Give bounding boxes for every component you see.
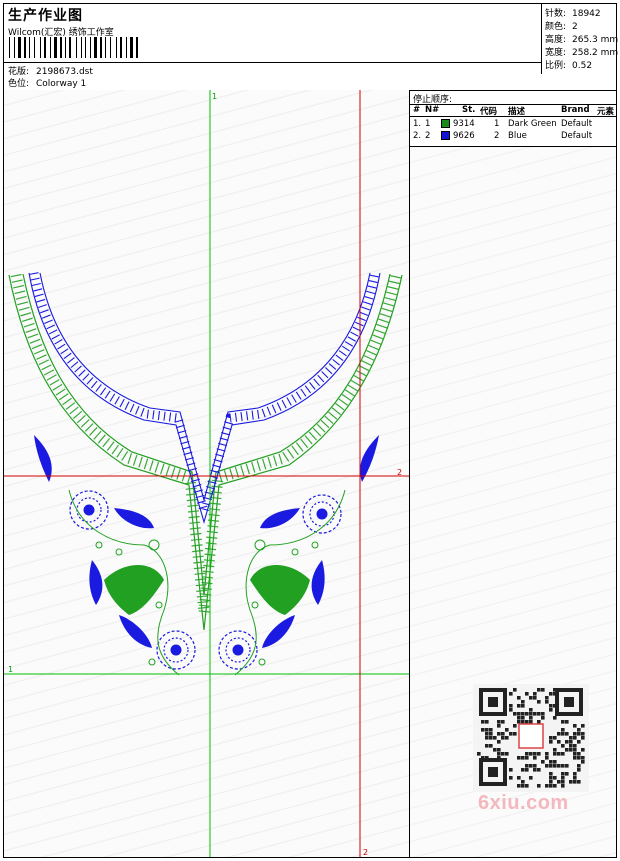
col-st: St. [462,105,476,115]
colorway-value: Colorway 1 [36,79,87,89]
qr-code [473,684,589,792]
leaf-blue-6 [311,560,325,605]
leaf-green-left [104,565,164,615]
guide-lines: 1 1 2 2 [4,90,409,857]
production-sheet: 生产作业图 Wilcom(汇宏) 绣饰工作室 花版: 2198673.dst 色位… [3,3,619,858]
blue-neck-border [28,272,381,528]
header-divider [4,62,541,63]
colorway-row: 色位: Colorway 1 [8,76,86,89]
header-info: 生产作业图 Wilcom(汇宏) 绣饰工作室 花版: 2198673.dst 色位… [4,4,541,90]
stat-width: 宽度: 258.2 mm [545,48,619,58]
leaf-blue-7 [119,615,152,648]
barcode [9,37,138,58]
col-brand: Brand [561,105,590,115]
col-seq: # [413,105,421,115]
color-swatch-green [441,119,450,128]
page-title: 生产作业图 [8,8,83,24]
leaf-blue-8 [262,615,295,648]
leaf-blue-4 [260,508,300,529]
stat-colors: 颜色: 2 [545,22,578,32]
leaf-blue-2 [359,435,379,482]
leaf-blue-5 [89,560,103,605]
stat-scale: 比例: 0.52 [545,61,593,71]
col-n: N# [425,105,440,115]
flower-left-top [69,490,109,530]
color-swatch-blue [441,131,450,140]
guide-h1-label: 1 [8,665,13,674]
leaf-blue-3 [114,508,154,529]
embroidery-drawing: 1 1 2 2 [4,90,409,857]
stats-panel: 针数: 18942 颜色: 2 高度: 265.3 mm 宽度: 258.2 mm 比例… [541,4,619,74]
watermark: 6xiu.com [478,792,569,814]
header-row-divider [410,116,616,117]
guide-v1-label: 1 [212,92,217,101]
stop-sequence-panel: 停止顺序: # N# St. 代码 描述 Brand 元素 1. 1 9314 … [410,90,616,147]
embroidery-preview: 1 1 2 2 [4,90,410,857]
flower-right-bottom [218,630,258,670]
guide-h2-label: 2 [397,468,402,477]
leaf-blue-1 [34,435,52,482]
stat-height: 高度: 265.3 mm [545,35,619,45]
blue-motifs [34,435,379,670]
leaf-green-right [250,565,310,615]
qr-logo [518,723,544,749]
flower-left-bottom [156,630,196,670]
stat-stitches: 针数: 18942 [545,9,601,19]
colorway-label: 色位: [8,79,30,89]
guide-v2-label: 2 [363,848,368,857]
green-neck-border [8,273,403,631]
